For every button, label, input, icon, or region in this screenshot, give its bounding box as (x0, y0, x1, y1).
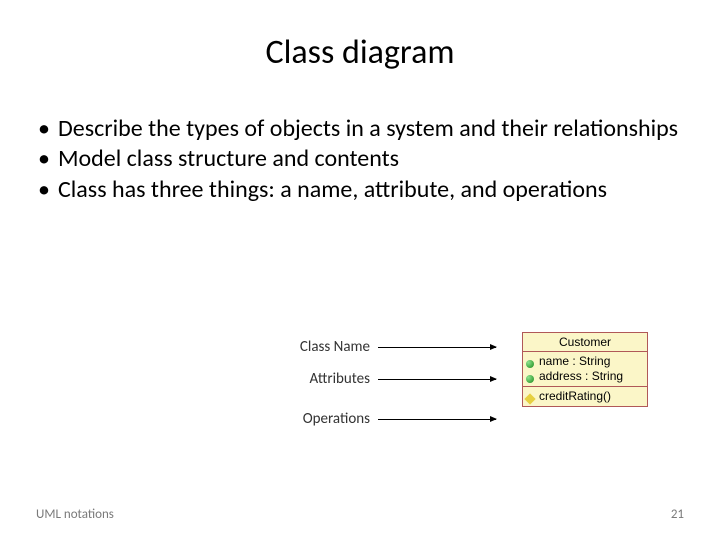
uml-class-box: Customer name : String address : String … (522, 332, 648, 407)
uml-attribute-row: name : String (526, 354, 644, 369)
bullet-item: Model class structure and contents (38, 145, 680, 173)
uml-attribute-row: address : String (526, 369, 644, 384)
label-attributes: Attributes (210, 370, 370, 388)
uml-operation-row: creditRating() (526, 389, 644, 404)
visibility-icon (526, 392, 536, 402)
visibility-icon (526, 372, 536, 382)
footer-text: UML notations (36, 507, 114, 522)
page-number: 21 (671, 507, 684, 522)
uml-attribute-text: name : String (539, 354, 610, 369)
uml-attributes: name : String address : String (523, 352, 647, 387)
label-operations: Operations (210, 410, 370, 428)
uml-operation-text: creditRating() (539, 389, 611, 404)
uml-operations: creditRating() (523, 387, 647, 406)
arrow-icon (378, 347, 496, 348)
bullet-item: Describe the types of objects in a syste… (38, 115, 680, 143)
bullet-item: Class has three things: a name, attribut… (38, 176, 680, 204)
slide-title: Class diagram (0, 0, 720, 73)
visibility-icon (526, 357, 536, 367)
uml-attribute-text: address : String (539, 369, 623, 384)
label-class-name: Class Name (210, 338, 370, 356)
bullet-list: Describe the types of objects in a syste… (38, 115, 680, 204)
uml-class-name: Customer (523, 333, 647, 352)
arrow-icon (378, 379, 496, 380)
arrow-icon (378, 419, 496, 420)
